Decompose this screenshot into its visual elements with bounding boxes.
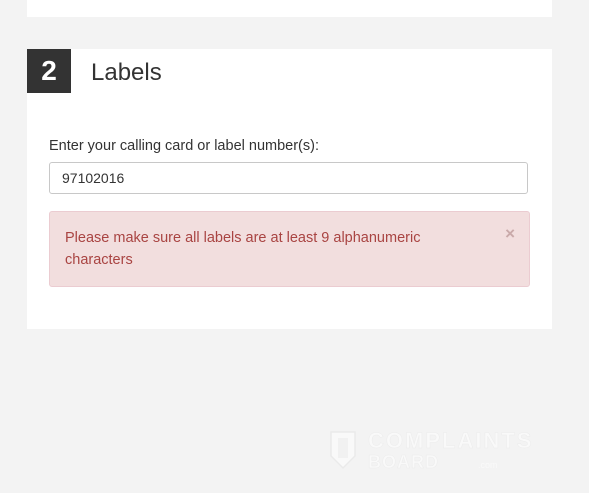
section-title: Labels [91, 59, 162, 86]
watermark-line-2: BOARD [368, 452, 439, 473]
labels-section-card: 2 Labels Enter your calling card or labe… [27, 49, 552, 329]
label-number-field-label: Enter your calling card or label number(… [49, 138, 319, 154]
page: 2 Labels Enter your calling card or labe… [0, 0, 589, 493]
previous-section-card [27, 0, 552, 17]
watermark-logo: COMPLAINTS BOARD .com [328, 428, 548, 472]
watermark-line-1: COMPLAINTS [368, 428, 534, 454]
error-alert-message: Please make sure all labels are at least… [65, 230, 421, 268]
close-icon[interactable]: × [505, 224, 515, 244]
shield-icon [330, 431, 356, 470]
step-number-badge: 2 [27, 49, 71, 93]
label-number-input[interactable] [49, 162, 528, 194]
watermark-line-3: .com [478, 460, 498, 470]
error-alert: Please make sure all labels are at least… [49, 211, 530, 287]
